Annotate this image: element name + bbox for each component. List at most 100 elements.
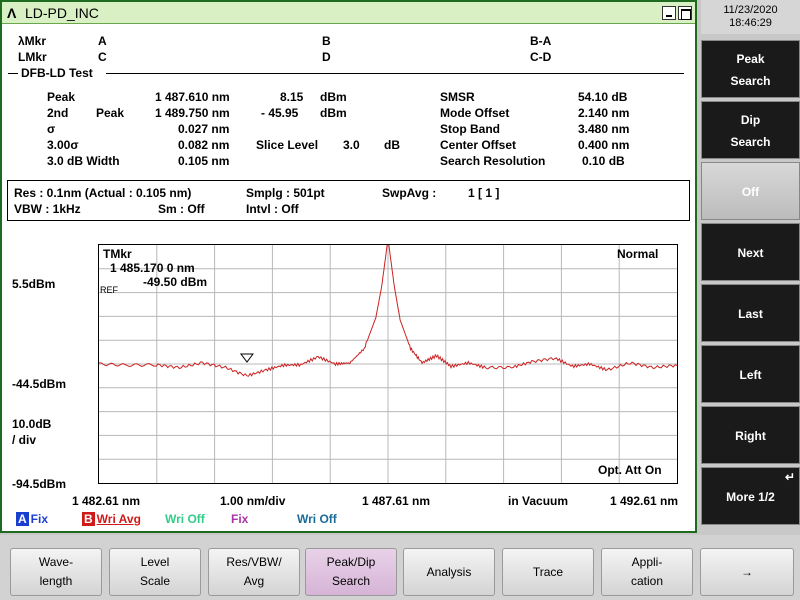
l-marker-label: LMkr — [18, 50, 47, 64]
softkey-peak-search[interactable]: Peak Search — [701, 40, 800, 98]
fkey-analysis-label: Analysis — [426, 565, 472, 579]
fkey-trace[interactable]: Trace — [502, 548, 594, 596]
trace-d-indicator[interactable]: Fix — [231, 512, 248, 526]
maximize-icon[interactable] — [678, 6, 692, 20]
fkey-level-scale[interactable]: Level Scale — [109, 548, 201, 596]
fkey-analysis[interactable]: Analysis — [403, 548, 495, 596]
fkey-application-line2: cation — [630, 574, 664, 588]
stop-band-label: Stop Band — [440, 122, 500, 136]
smsr-label: SMSR — [440, 90, 475, 104]
sampling-setting: Smplg : 501pt — [246, 186, 325, 200]
softkey-dip-search[interactable]: Dip Search — [701, 101, 800, 159]
x-axis-center-label: 1 487.61 nm — [362, 494, 431, 508]
trace-e-indicator[interactable]: Wri Off — [297, 512, 337, 526]
fkey-res-vbw-avg-line2: Avg — [243, 574, 265, 588]
center-offset-label: Center Offset — [440, 138, 517, 152]
mode-offset-value: 2.140 nm — [578, 106, 630, 120]
db-width-label: 3.0 dB Width — [47, 154, 120, 168]
trace-c-indicator[interactable]: Wri Off — [165, 512, 205, 526]
softkey-right-label: Right — [735, 429, 766, 443]
vbw-setting: VBW : 1kHz — [14, 202, 81, 216]
fkey-wavelength-line2: length — [39, 574, 73, 588]
trace-a-letter: A — [16, 512, 29, 526]
fkey-trace-label: Trace — [532, 565, 564, 579]
softkey-last-label: Last — [738, 307, 763, 321]
mode-offset-label: Mode Offset — [440, 106, 510, 120]
y-axis-scale-label: 10.0dB — [12, 417, 52, 431]
fkey-wavelength-line1: Wave- — [38, 555, 74, 569]
softkey-next[interactable]: Next — [701, 223, 800, 281]
fkey-application-line1: Appli- — [631, 555, 663, 569]
ref-level-label: REF — [100, 285, 118, 295]
y-axis-top-label: 5.5dBm — [12, 277, 56, 291]
peak-wavelength: 1 487.610 nm — [155, 90, 230, 104]
marker-d-label: D — [322, 50, 331, 64]
softkey-peak-search-line2: Search — [730, 74, 771, 88]
fkey-level-scale-line1: Level — [140, 555, 170, 569]
fkey-peak-dip-search[interactable]: Peak/Dip Search — [305, 548, 397, 596]
second-level-unit: dBm — [320, 106, 347, 120]
right-arrow-icon: → — [741, 565, 753, 579]
softkey-right[interactable]: Right — [701, 406, 800, 464]
fkey-wavelength[interactable]: Wave- length — [10, 548, 102, 596]
fkey-application[interactable]: Appli- cation — [601, 548, 693, 596]
app-logo-icon: Λ — [7, 5, 17, 21]
trace-b-letter: B — [82, 512, 95, 526]
resolution-setting: Res : 0.1nm (Actual : 0.105 nm) — [14, 186, 192, 200]
y-axis-bottom-label: -94.5dBm — [12, 477, 67, 491]
slice-level-label: Slice Level — [256, 138, 319, 152]
return-arrow-icon: ↵ — [784, 470, 795, 484]
lambda-marker-label: λMkr — [18, 34, 47, 48]
minimize-icon[interactable] — [662, 6, 676, 20]
sweep-average-value: 1 [ 1 ] — [468, 186, 500, 200]
x-axis-start-label: 1 482.61 nm — [72, 494, 141, 508]
search-resolution-value: 0.10 dB — [582, 154, 625, 168]
softkey-off-label: Off — [741, 185, 760, 199]
trace-marker-wavelength: 1 485.170 0 nm — [110, 261, 195, 275]
second-level: - 45.95 — [261, 106, 299, 120]
clock-time: 18:46:29 — [729, 17, 772, 29]
peak-level-unit: dBm — [320, 90, 347, 104]
softkey-dip-search-line1: Dip — [740, 113, 761, 127]
x-axis-stop-label: 1 492.61 nm — [610, 494, 679, 508]
softkey-peak-search-line1: Peak — [736, 52, 765, 66]
softkey-left[interactable]: Left — [701, 345, 800, 403]
softkey-more[interactable]: ↵ More 1/2 — [701, 467, 800, 525]
fkey-res-vbw-avg[interactable]: Res/VBW/ Avg — [208, 548, 300, 596]
marker-a-label: A — [98, 34, 107, 48]
display-mode-label: Normal — [617, 247, 659, 261]
section-rule-left — [8, 73, 18, 74]
clock: 11/23/2020 18:46:29 — [701, 0, 800, 34]
section-rule-right — [106, 73, 684, 74]
slice-level-value: 3.0 — [343, 138, 360, 152]
x-axis-medium-label: in Vacuum — [508, 494, 569, 508]
trace-marker-icon[interactable] — [239, 353, 254, 363]
optical-attenuator-label: Opt. Att On — [598, 463, 662, 477]
fkey-next-page[interactable]: → — [700, 548, 794, 596]
window-titlebar: Λ LD-PD_INC — [2, 2, 695, 24]
marker-b-label: B — [322, 34, 331, 48]
stop-band-value: 3.480 nm — [578, 122, 630, 136]
fkey-res-vbw-avg-line1: Res/VBW/ — [226, 555, 282, 569]
trace-b-indicator[interactable]: B Wri Avg — [82, 512, 141, 526]
trace-marker-label: TMkr — [103, 247, 132, 261]
trace-e-mode: Wri Off — [297, 512, 337, 526]
trace-a-indicator[interactable]: A Fix — [16, 512, 48, 526]
three-sigma-value: 0.082 nm — [178, 138, 230, 152]
slice-level-unit: dB — [384, 138, 400, 152]
smsr-value: 54.10 dB — [578, 90, 628, 104]
softkey-off[interactable]: Off — [701, 162, 800, 220]
second-wavelength: 1 489.750 nm — [155, 106, 230, 120]
smoothing-setting: Sm : Off — [158, 202, 205, 216]
trace-b-mode: Wri Avg — [96, 512, 141, 526]
window-title: LD-PD_INC — [25, 5, 99, 21]
softkey-last[interactable]: Last — [701, 284, 800, 342]
softkey-more-label: More 1/2 — [726, 490, 775, 504]
second-peak-label: Peak — [96, 106, 125, 120]
y-axis-ref-label: -44.5dBm — [12, 377, 67, 391]
fkey-peak-dip-search-line1: Peak/Dip — [326, 555, 376, 569]
softkey-next-label: Next — [737, 246, 764, 260]
clock-date: 11/23/2020 — [723, 4, 778, 16]
trace-c-mode: Wri Off — [165, 512, 205, 526]
db-width-value: 0.105 nm — [178, 154, 230, 168]
